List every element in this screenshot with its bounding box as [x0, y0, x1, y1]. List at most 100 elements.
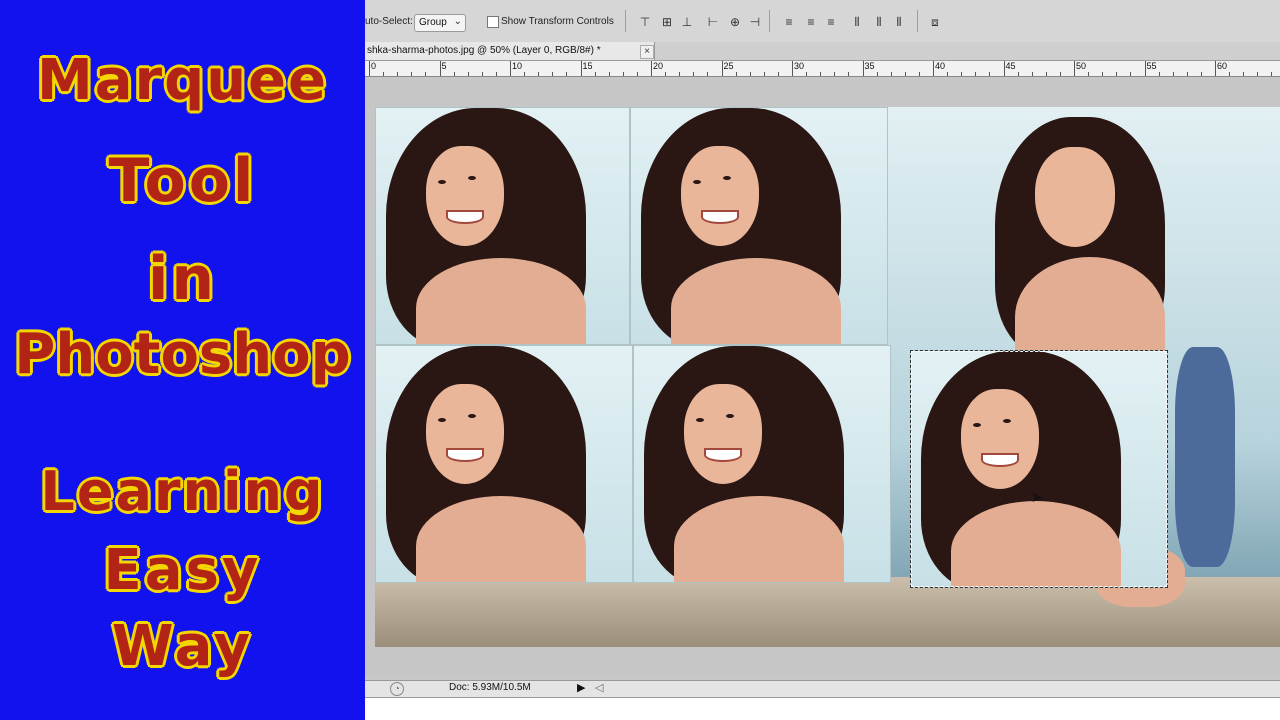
ruler-label: 25 [723, 61, 734, 71]
distribute-right-icon[interactable]: ⫴ [891, 14, 907, 30]
ruler-tick [524, 72, 526, 76]
ruler-tick [467, 72, 469, 76]
ruler-tick [397, 72, 399, 76]
ruler-tick [693, 72, 695, 76]
ruler-tick [679, 72, 681, 76]
ruler-label: 45 [1005, 61, 1016, 71]
ruler-tick [622, 72, 624, 76]
auto-select-dropdown[interactable]: Group ⌄ [414, 14, 466, 32]
document-tab[interactable]: shka-sharma-photos.jpg @ 50% (Layer 0, R… [365, 42, 655, 60]
align-top-icon[interactable]: ⊤ [637, 14, 653, 30]
ruler-tick [636, 72, 638, 76]
document-tabbar: shka-sharma-photos.jpg @ 50% (Layer 0, R… [365, 42, 1280, 61]
title-line-6: Easy [103, 538, 262, 603]
align-right-icon[interactable]: ⊣ [747, 14, 763, 30]
ruler-label: 60 [1217, 61, 1228, 71]
ruler-label: 0 [371, 61, 377, 71]
ruler-tick [665, 72, 667, 76]
ruler-tick [1229, 72, 1231, 76]
ruler-tick [552, 72, 554, 76]
ruler-tick [1215, 61, 1216, 76]
align-left-icon[interactable]: ⊢ [705, 14, 721, 30]
cursor-arrow-icon: ➤ [1031, 489, 1043, 505]
ruler-tick [453, 72, 455, 76]
ruler-tick [961, 72, 963, 76]
distribute-top-icon[interactable]: ≡ [781, 14, 797, 30]
title-line-4: Photoshop [14, 322, 351, 387]
close-icon[interactable]: × [640, 45, 654, 59]
divider [769, 10, 770, 32]
photo-tile [375, 107, 630, 345]
ruler-tick [425, 72, 427, 76]
title-line-7: Way [111, 614, 254, 679]
ruler-tick [721, 61, 723, 76]
ruler-tick [1271, 72, 1273, 76]
ruler-tick [1017, 72, 1019, 76]
ruler-tick [989, 72, 991, 76]
ruler-label: 30 [794, 61, 805, 71]
show-transform-label: Show Transform Controls [501, 16, 614, 27]
status-row: ◔ Doc: 5.93M/10.5M ▶ ◁ [365, 680, 1280, 698]
status-menu-arrow-icon[interactable]: ▶ [577, 681, 585, 694]
ruler-tick [707, 72, 709, 76]
align-bottom-icon[interactable]: ⊥ [679, 14, 695, 30]
auto-align-icon[interactable]: ⧈ [927, 14, 943, 30]
distribute-bottom-icon[interactable]: ≡ [823, 14, 839, 30]
ruler-tick [1130, 72, 1132, 76]
auto-select-label: uto-Select: [365, 16, 413, 27]
ruler-tick [1059, 72, 1061, 76]
distribute-left-icon[interactable]: ⫴ [849, 14, 865, 30]
image-canvas[interactable] [375, 107, 1280, 647]
scroll-left-icon[interactable]: ◁ [595, 681, 603, 694]
chevron-down-icon: ⌄ [453, 16, 462, 27]
ruler-tick [848, 72, 850, 76]
ruler-tick [876, 72, 878, 76]
ruler-tick [749, 72, 751, 76]
horizontal-ruler: 0 5 10 15 20 25 30 35 40 45 50 55 60 [365, 61, 1280, 77]
ruler-tick [481, 72, 483, 76]
ruler-label: 15 [582, 61, 593, 71]
ruler-label: 20 [653, 61, 664, 71]
ruler-tick [411, 72, 413, 76]
ruler-tick [1200, 72, 1202, 76]
show-transform-checkbox[interactable] [487, 16, 499, 28]
title-line-3: in [147, 244, 218, 314]
ruler-tick [538, 72, 540, 76]
title-line-2: Tool [108, 146, 257, 216]
marquee-selection[interactable] [910, 350, 1168, 588]
ruler-tick [580, 61, 582, 76]
align-hcenter-icon[interactable]: ⊕ [727, 14, 743, 30]
document-tab-title: shka-sharma-photos.jpg @ 50% (Layer 0, R… [367, 45, 601, 56]
photoshop-window: uto-Select: Group ⌄ Show Transform Contr… [365, 0, 1280, 720]
canvas-workspace: ➤ [365, 77, 1280, 677]
photo-tile [375, 345, 633, 583]
distribute-vcenter-icon[interactable]: ≡ [803, 14, 819, 30]
divider [625, 10, 626, 32]
photo-tile [633, 345, 891, 583]
title-banner: Marquee Tool in Photoshop Learning Easy … [0, 0, 365, 720]
ruler-tick [918, 72, 920, 76]
ruler-tick [862, 61, 864, 76]
ruler-tick [1003, 61, 1005, 76]
align-vcenter-icon[interactable]: ⊞ [659, 14, 675, 30]
ruler-tick [820, 72, 822, 76]
ruler-label: 10 [512, 61, 523, 71]
ruler-tick [806, 72, 808, 76]
status-info-icon[interactable]: ◔ [390, 682, 404, 696]
ruler-label: 50 [1076, 61, 1087, 71]
ruler-tick [495, 72, 497, 76]
ruler-tick [834, 72, 836, 76]
ruler-tick [383, 72, 385, 76]
options-bar: uto-Select: Group ⌄ Show Transform Contr… [365, 0, 1280, 43]
ruler-label: 5 [441, 61, 447, 71]
ruler-label: 55 [1146, 61, 1157, 71]
ruler-tick [1243, 72, 1245, 76]
divider [917, 10, 918, 32]
distribute-hcenter-icon[interactable]: ⫴ [871, 14, 887, 30]
doc-size-info: Doc: 5.93M/10.5M [449, 682, 531, 693]
ruler-tick [608, 72, 610, 76]
ruler-tick [1172, 72, 1174, 76]
ruler-tick [439, 61, 441, 76]
ruler-tick [1045, 72, 1047, 76]
ruler-label: 40 [935, 61, 946, 71]
